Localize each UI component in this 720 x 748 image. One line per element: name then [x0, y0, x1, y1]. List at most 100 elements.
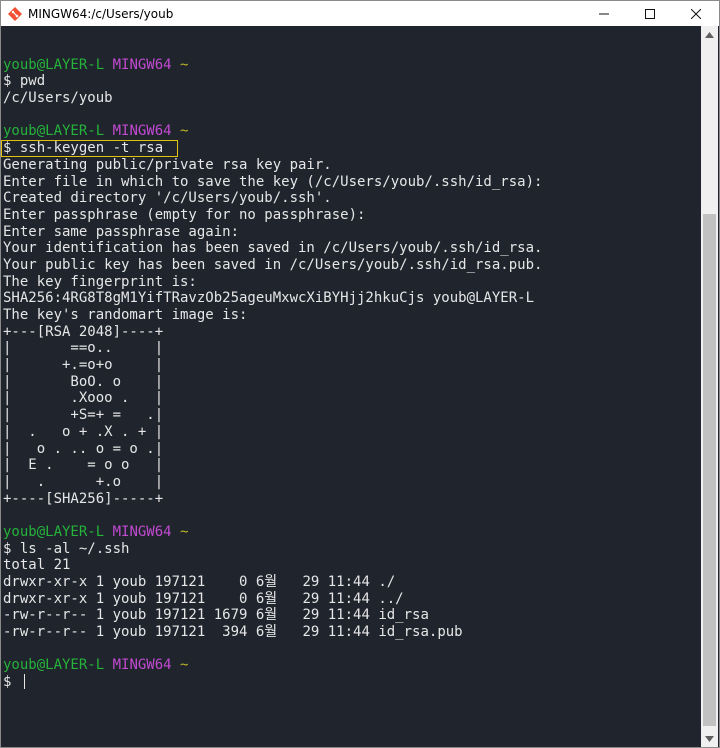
output-line: total 21 — [3, 557, 71, 574]
minimize-icon — [599, 13, 609, 14]
prompt-line: youb@LAYER-L MINGW64 ~ — [3, 57, 542, 74]
terminal-line: The key fingerprint is: — [3, 274, 542, 291]
command-line: $ pwd — [3, 73, 46, 90]
title-bar[interactable]: MINGW64:/c/Users/youb — [1, 1, 719, 26]
terminal-line: total 21 — [3, 557, 542, 574]
terminal-line: | +.=o+o | — [3, 357, 542, 374]
maximize-icon — [645, 8, 655, 19]
output-line: Your public key has been saved in /c/Use… — [3, 256, 543, 273]
output-line: -rw-r--r-- 1 youb 197121 1679 6월 29 11:4… — [3, 607, 429, 624]
prompt-line: youb@LAYER-L MINGW64 ~ — [3, 524, 542, 541]
output-line: | . +.o | — [3, 473, 164, 490]
terminal-line: /c/Users/youb — [3, 90, 542, 107]
output-line: Your identification has been saved in /c… — [3, 240, 543, 257]
terminal-line: SHA256:4RG8T8gM1YifTRavzOb25ageuMxwcXiBY… — [3, 290, 542, 307]
terminal-line: $ pwd — [3, 73, 542, 90]
terminal-line: The key's randomart image is: — [3, 307, 542, 324]
prompt-user: youb@LAYER-L — [3, 56, 105, 73]
terminal-line: drwxr-xr-x 1 youb 197121 0 6월 29 11:44 .… — [3, 574, 542, 591]
prompt-host: MINGW64 — [112, 657, 172, 674]
terminal-line: Enter file in which to save the key (/c/… — [3, 174, 542, 191]
output-line: +---[RSA 2048]----+ — [3, 323, 164, 340]
output-line: The key fingerprint is: — [3, 273, 197, 290]
minimize-button[interactable] — [581, 1, 627, 26]
git-bash-icon — [8, 6, 22, 21]
prompt-dir: ~ — [180, 56, 189, 73]
close-button[interactable] — [673, 1, 719, 26]
triangle-down-icon — [705, 735, 714, 742]
maximize-button[interactable] — [627, 1, 673, 26]
terminal-line: $ ssh-keygen -t rsa — [1, 140, 542, 158]
output-line: Created directory '/c/Users/youb/.ssh'. — [3, 190, 332, 207]
terminal-output[interactable]: youb@LAYER-L MINGW64 ~ $ pwd/c/Users/youb… — [1, 26, 701, 747]
output-line: drwxr-xr-x 1 youb 197121 0 6월 29 11:44 .… — [3, 574, 396, 590]
terminal-line: $ — [3, 674, 542, 691]
scroll-up-button[interactable] — [701, 26, 718, 43]
terminal-line: | .Xooo . | — [3, 390, 542, 407]
output-line: | . o + .X . + | — [3, 423, 164, 440]
output-line: | o . .. o = o .| — [3, 440, 164, 457]
command-line: $ ls -al ~/.ssh — [3, 540, 130, 557]
close-icon — [691, 8, 701, 19]
output-line: drwxr-xr-x 1 youb 197121 0 6월 29 11:44 .… — [3, 590, 404, 607]
output-line: Generating public/private rsa key pair. — [3, 156, 332, 173]
terminal-line: | +S=+ = .| — [3, 407, 542, 424]
output-line: The key's randomart image is: — [3, 307, 248, 323]
terminal-line: $ ls -al ~/.ssh — [3, 541, 542, 558]
terminal-line: Your public key has been saved in /c/Use… — [3, 257, 542, 274]
prompt-host: MINGW64 — [112, 523, 172, 540]
prompt-line: youb@LAYER-L MINGW64 ~ — [3, 123, 542, 140]
prompt-dir: ~ — [180, 657, 189, 674]
scroll-down-button[interactable] — [701, 730, 718, 747]
terminal-line: | ==o.. | — [3, 340, 542, 357]
prompt-dir: ~ — [180, 123, 189, 140]
prompt-host: MINGW64 — [112, 56, 172, 73]
output-line: Enter passphrase (empty for no passphras… — [3, 206, 366, 223]
command-line: $ ssh-keygen -t rsa — [3, 140, 164, 157]
terminal-line: | E . = o o | — [3, 457, 542, 474]
terminal-line: -rw-r--r-- 1 youb 197121 1679 6월 29 11:4… — [3, 607, 542, 624]
output-line: -rw-r--r-- 1 youb 197121 394 6월 29 11:44… — [3, 624, 463, 641]
output-line: | +.=o+o | — [3, 357, 164, 374]
output-line: | E . = o o | — [3, 457, 164, 474]
scrollbar-thumb[interactable] — [703, 214, 716, 726]
output-line: | .Xooo . | — [3, 390, 164, 407]
window-title: MINGW64:/c/Users/youb — [28, 6, 174, 21]
terminal-line: -rw-r--r-- 1 youb 197121 394 6월 29 11:44… — [3, 624, 542, 641]
terminal-line: | BoO. o | — [3, 374, 542, 391]
terminal-line: Enter same passphrase again: — [3, 224, 542, 241]
output-line: | ==o.. | — [3, 340, 164, 357]
terminal-lines: youb@LAYER-L MINGW64 ~ $ pwd/c/Users/youb… — [1, 40, 543, 691]
terminal-line: Generating public/private rsa key pair. — [3, 157, 542, 174]
output-line: | +S=+ = .| — [3, 407, 164, 424]
prompt-user: youb@LAYER-L — [3, 123, 105, 140]
output-line: Enter file in which to save the key (/c/… — [3, 173, 543, 190]
output-line: Enter same passphrase again: — [3, 223, 240, 240]
terminal-line: | o . .. o = o .| — [3, 441, 542, 458]
output-line: SHA256:4RG8T8gM1YifTRavzOb25ageuMxwcXiBY… — [3, 290, 535, 307]
prompt-line: youb@LAYER-L MINGW64 ~ — [3, 657, 542, 674]
text-cursor — [23, 674, 25, 690]
output-line: /c/Users/youb — [3, 90, 113, 107]
terminal-line: drwxr-xr-x 1 youb 197121 0 6월 29 11:44 .… — [3, 591, 542, 608]
prompt-user: youb@LAYER-L — [3, 523, 105, 540]
prompt-user: youb@LAYER-L — [3, 657, 105, 674]
triangle-up-icon — [705, 31, 714, 38]
terminal-line: | . +.o | — [3, 474, 542, 491]
prompt-host: MINGW64 — [112, 123, 172, 140]
prompt-dir: ~ — [180, 523, 189, 540]
output-line: | BoO. o | — [3, 373, 164, 390]
terminal-line: +---[RSA 2048]----+ — [3, 324, 542, 341]
vertical-scrollbar[interactable] — [701, 26, 718, 747]
terminal-line: Created directory '/c/Users/youb/.ssh'. — [3, 190, 542, 207]
terminal-line: | . o + .X . + | — [3, 424, 542, 441]
output-line: +----[SHA256]-----+ — [3, 490, 164, 507]
terminal-line: Enter passphrase (empty for no passphras… — [3, 207, 542, 224]
input-line: $ — [3, 674, 20, 691]
terminal-line: +----[SHA256]-----+ — [3, 491, 542, 508]
terminal-window: MINGW64:/c/Users/youb youb@LAYER-L MINGW… — [0, 0, 720, 748]
window-controls — [581, 1, 719, 26]
